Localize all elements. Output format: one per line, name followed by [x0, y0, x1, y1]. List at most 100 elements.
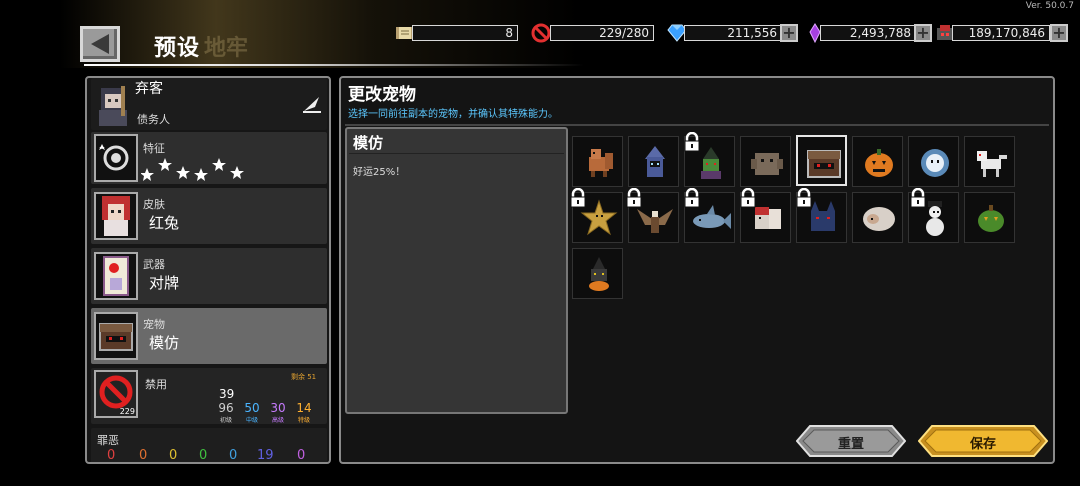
pet-detail-title: 模仿 — [353, 134, 384, 152]
white-wolf-icon — [977, 151, 1007, 177]
pet-slot-yeti[interactable] — [908, 136, 959, 187]
pet-value: 模仿 — [149, 334, 180, 352]
traits-row[interactable]: 特征 — [91, 132, 327, 184]
resource-scroll-value: 8 — [412, 25, 518, 41]
card-icon — [103, 256, 129, 296]
header-underline — [84, 64, 584, 66]
green-pumpkin-icon — [978, 205, 1004, 232]
back-button[interactable] — [80, 26, 120, 62]
pet-label: 宠物 — [143, 318, 165, 331]
ban-total: 39 — [219, 387, 235, 401]
reset-label: 重置 — [837, 437, 864, 452]
save-label: 保存 — [969, 437, 996, 452]
traits-thumb — [94, 134, 138, 182]
add-soul-button[interactable]: + — [1050, 24, 1068, 42]
pet-slot-witch-cat[interactable] — [572, 248, 623, 299]
ban-tier-mid: 50 中级 — [244, 401, 260, 424]
resource-crystal: 2,493,788 + — [804, 23, 932, 44]
add-crystal-button[interactable]: + — [914, 24, 932, 42]
weapon-value: 对牌 — [149, 274, 180, 292]
trait-emblem-icon — [99, 144, 129, 171]
preset-panel: 弃客 债务人 特征 皮肤 红兔 武器 对牌 宠物 模仿 229 禁用 剩余 51… — [85, 76, 331, 464]
sin-value-1: 0 — [107, 448, 116, 463]
panel-title: 更改宠物 — [348, 85, 416, 105]
resource-soul: 189,170,846 + — [934, 24, 1072, 42]
character-name: 弃客 — [135, 81, 163, 97]
page-title: 预设 — [154, 36, 201, 61]
resource-soul-value: 189,170,846 — [952, 25, 1050, 41]
ban-tier-special: 14 特级 — [296, 401, 312, 424]
pet-slot-sheep[interactable] — [852, 192, 903, 243]
mimic-pet-icon — [807, 150, 841, 178]
ban-thumb: 229 — [94, 370, 138, 418]
pet-thumb — [94, 312, 138, 360]
ban-icon — [531, 23, 551, 43]
weapon-thumb — [94, 252, 138, 300]
save-button[interactable]: 保存 — [917, 425, 1049, 457]
weapon-label: 武器 — [143, 258, 165, 271]
weapon-row[interactable]: 武器 对牌 — [91, 248, 327, 304]
ban-row[interactable]: 229 禁用 剩余 51 39 96 初级 50 中级 30 高级 14 特级 — [91, 368, 327, 424]
resource-scroll: 8 — [394, 24, 518, 42]
ban-tier-high: 30 高级 — [270, 401, 286, 424]
ban-tier-basic: 96 初级 — [218, 401, 234, 424]
ban-label: 禁用 — [145, 378, 167, 391]
sin-row[interactable]: 罪恶 0 0 0 0 0 19 0 — [91, 428, 327, 463]
pet-detail-card: 模仿 好运25%！ — [345, 127, 568, 414]
sin-value-2: 0 — [139, 448, 148, 463]
sin-value-5: 0 — [229, 448, 238, 463]
lock-icon — [684, 188, 700, 208]
skin-label: 皮肤 — [143, 198, 165, 211]
panel-divider — [345, 124, 1049, 126]
pet-slot-fox[interactable] — [572, 136, 623, 187]
lock-icon — [796, 188, 812, 208]
resource-gem-value: 211,556 — [684, 25, 782, 41]
lock-icon — [626, 188, 642, 208]
skin-row[interactable]: 皮肤 红兔 — [91, 188, 327, 244]
sin-value-4: 0 — [199, 448, 208, 463]
reset-button[interactable]: 重置 — [795, 425, 907, 457]
version-label: Ver. 50.0.7 — [1025, 1, 1074, 11]
witch-cat-icon — [589, 257, 609, 291]
pet-slot-ghost-mage[interactable] — [628, 136, 679, 187]
panel-subtitle: 选择一同前往副本的宠物，并确认其特殊能力。 — [348, 109, 558, 120]
page-subtitle: 地牢 — [204, 36, 249, 61]
ban-count: 229 — [119, 407, 135, 416]
pet-slot-pumpkin[interactable] — [852, 136, 903, 187]
fox-icon — [589, 149, 613, 177]
resource-ban: 229/280 — [530, 23, 654, 43]
trait-stars — [141, 158, 244, 181]
pet-detail-divider — [349, 153, 564, 154]
sin-label: 罪恶 — [97, 434, 119, 447]
character-row[interactable]: 弃客 债务人 — [91, 78, 327, 130]
character-title: 债务人 — [137, 113, 170, 126]
pet-slot-white-wolf[interactable] — [964, 136, 1015, 187]
resource-ban-value: 229/280 — [550, 25, 654, 41]
pet-row[interactable]: 宠物 模仿 — [91, 308, 327, 364]
resource-crystal-value: 2,493,788 — [820, 25, 916, 41]
yeti-icon — [921, 149, 949, 177]
feather-icon[interactable] — [301, 94, 323, 114]
lock-icon — [570, 188, 586, 208]
pumpkin-icon — [865, 149, 893, 177]
pet-slot-green-pumpkin[interactable] — [964, 192, 1015, 243]
pet-slot-golem[interactable] — [740, 136, 791, 187]
add-gem-button[interactable]: + — [780, 24, 798, 42]
pet-slot-mimic[interactable] — [796, 135, 847, 186]
ban-remaining: 剩余 51 — [291, 373, 317, 381]
skin-value: 红兔 — [149, 214, 180, 232]
pet-detail-description: 好运25%！ — [353, 167, 406, 178]
lock-icon — [740, 188, 756, 208]
back-arrow-icon — [91, 34, 109, 54]
skin-thumb — [94, 192, 138, 240]
golem-icon — [751, 153, 783, 175]
ghost-mage-icon — [645, 146, 665, 177]
lock-icon — [684, 132, 700, 152]
character-portrait — [99, 86, 127, 126]
sheep-icon — [863, 207, 895, 231]
sin-value-3: 0 — [169, 448, 178, 463]
mimic-icon — [99, 323, 133, 351]
sin-value-6: 19 — [257, 448, 274, 463]
lock-icon — [910, 188, 926, 208]
skin-portrait — [102, 196, 130, 236]
